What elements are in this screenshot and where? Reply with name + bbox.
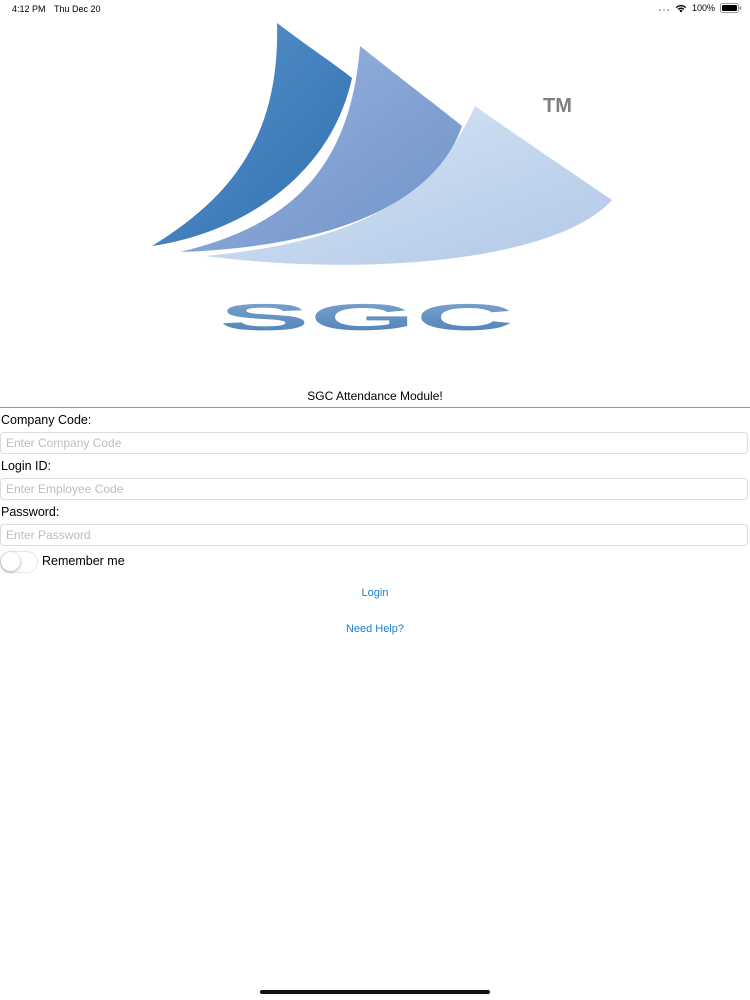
- trademark-mark: TM: [543, 95, 572, 117]
- login-screen: 4:12 PM Thu Dec 20 100% TM SGC SGC Atten…: [0, 0, 750, 1000]
- battery-percent: 100%: [691, 3, 715, 13]
- status-indicators: 100%: [658, 3, 742, 13]
- status-bar: 4:12 PM Thu Dec 20 100%: [0, 0, 750, 18]
- battery-icon: [720, 3, 742, 13]
- login-id-input[interactable]: [0, 478, 748, 500]
- login-id-label: Login ID:: [1, 459, 52, 473]
- home-indicator[interactable]: [260, 990, 490, 994]
- password-label: Password:: [1, 505, 60, 519]
- remember-me-toggle[interactable]: [0, 551, 38, 573]
- status-time: 4:12 PM: [12, 4, 46, 14]
- wifi-icon: [675, 4, 687, 13]
- sgc-logo: TM SGC: [140, 18, 620, 348]
- toggle-knob: [1, 552, 20, 571]
- need-help-link[interactable]: Need Help?: [0, 622, 750, 636]
- company-code-input[interactable]: [0, 432, 748, 454]
- title-divider: [0, 407, 750, 408]
- status-date: Thu Dec 20: [54, 4, 101, 14]
- logo-letters: SGC: [219, 297, 514, 339]
- page-title: SGC Attendance Module!: [307, 389, 443, 403]
- signal-icon: [658, 4, 670, 12]
- company-code-label: Company Code:: [1, 413, 92, 427]
- remember-me-label: Remember me: [42, 554, 125, 568]
- login-button[interactable]: Login: [0, 586, 750, 600]
- password-input[interactable]: [0, 524, 748, 546]
